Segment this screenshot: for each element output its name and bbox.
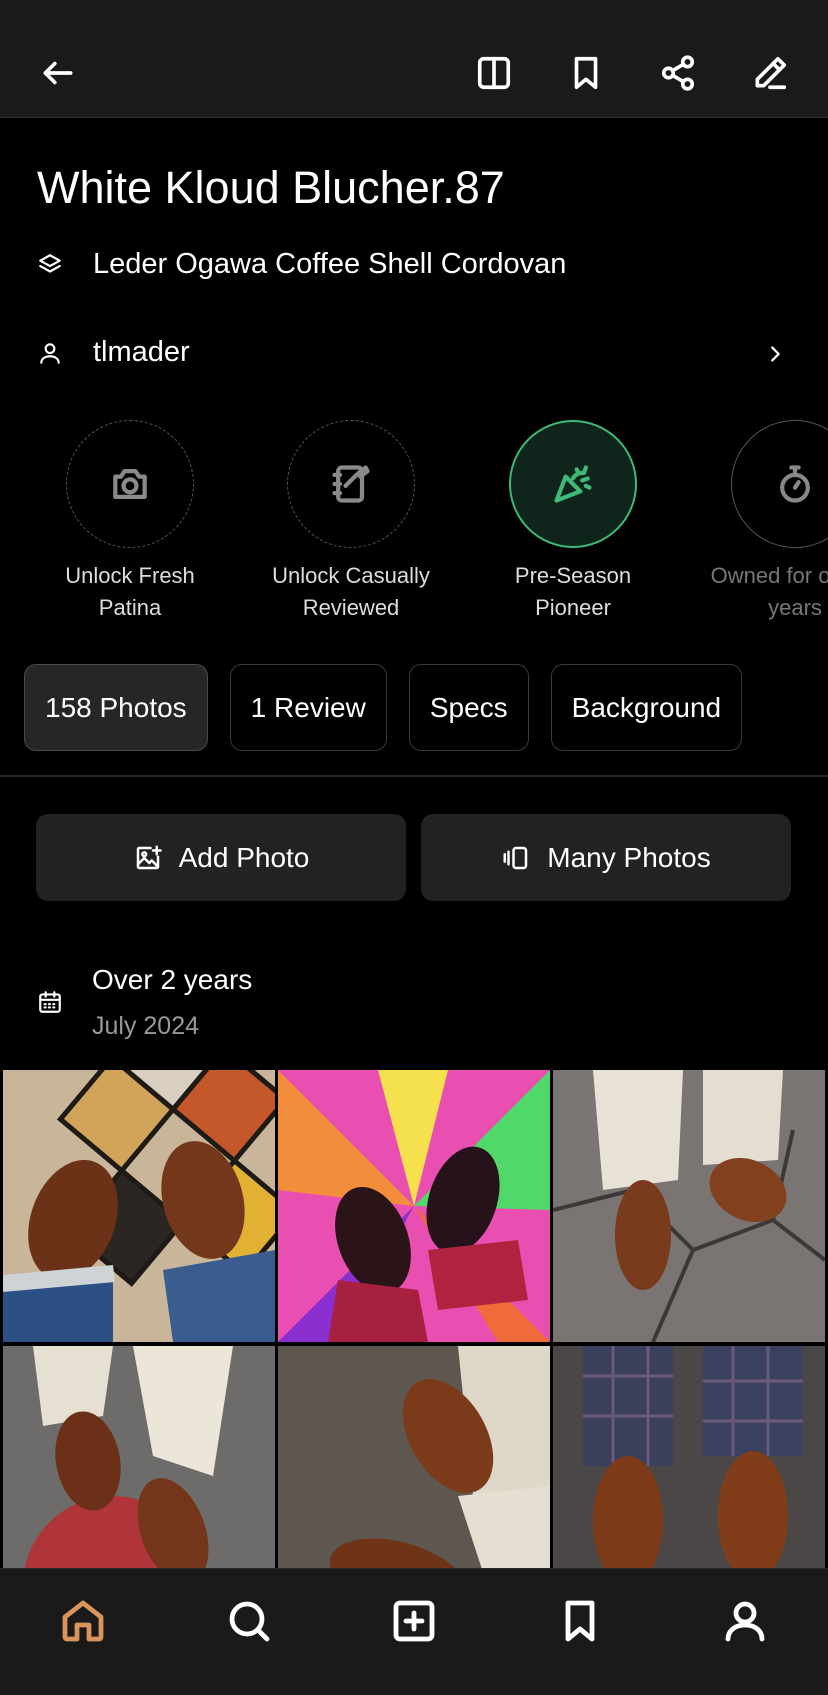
- nav-home[interactable]: [59, 1597, 107, 1645]
- share-button[interactable]: [656, 51, 700, 95]
- plus-square-icon: [393, 1600, 435, 1642]
- tab-reviews[interactable]: 1 Review: [229, 664, 387, 751]
- bottom-nav: [0, 1568, 828, 1695]
- arrow-left-icon: [43, 61, 73, 85]
- boots-stone-path-photo: [553, 1070, 825, 1342]
- tab-background[interactable]: Background: [550, 664, 743, 751]
- divider: [0, 775, 828, 777]
- columns-icon: [477, 56, 511, 90]
- material-row[interactable]: Leder Ogawa Coffee Shell Cordovan: [37, 248, 566, 281]
- badge-label: Unlock Casually Reviewed: [272, 563, 430, 620]
- add-photo-button[interactable]: Add Photo: [36, 814, 406, 901]
- search-icon: [229, 1601, 270, 1642]
- bookmark-icon: [565, 1600, 595, 1642]
- user-icon: [725, 1601, 765, 1642]
- photo-thumbnail[interactable]: [3, 1070, 275, 1342]
- boots-neon-photo: [278, 1070, 550, 1342]
- image-plus-icon: [133, 843, 163, 873]
- section-tabs: 158 Photos 1 Review Specs Background: [24, 664, 764, 751]
- item-title: White Kloud Blucher.87: [37, 162, 505, 213]
- material-label: Leder Ogawa Coffee Shell Cordovan: [93, 248, 567, 280]
- compare-button[interactable]: [472, 51, 516, 95]
- badge-label: Owned for over 2 years: [710, 563, 828, 620]
- date-group-month: July 2024: [92, 1012, 200, 1040]
- user-icon: [37, 340, 63, 366]
- home-icon: [62, 1600, 104, 1642]
- badge-label: Unlock Fresh Patina: [65, 563, 195, 620]
- tab-specs[interactable]: Specs: [408, 664, 529, 751]
- date-group-duration: Over 2 years: [92, 964, 253, 995]
- badges-carousel[interactable]: Unlock Fresh Patina Unlock Casually Revi…: [0, 418, 828, 628]
- badge-fresh-patina[interactable]: Unlock Fresh Patina: [30, 420, 230, 624]
- badge-label: Pre-Season Pioneer: [514, 563, 632, 620]
- gallery-stack-icon: [501, 843, 531, 873]
- layers-icon: [37, 252, 63, 278]
- badge-casually-reviewed[interactable]: Unlock Casually Reviewed: [251, 420, 451, 624]
- nav-saved[interactable]: [556, 1597, 604, 1645]
- stopwatch-icon: [780, 465, 810, 503]
- badge-owned-years[interactable]: Owned for over 2 years: [695, 420, 828, 624]
- edit-button[interactable]: [748, 51, 792, 95]
- boots-tile-floor-photo: [3, 1070, 275, 1342]
- many-photos-button[interactable]: Many Photos: [421, 814, 791, 901]
- nav-search[interactable]: [225, 1597, 273, 1645]
- nav-profile[interactable]: [721, 1597, 769, 1645]
- pencil-icon: [755, 56, 787, 90]
- back-button[interactable]: [36, 51, 80, 95]
- chevron-right-icon[interactable]: [764, 343, 786, 365]
- owner-row[interactable]: tlmader: [37, 336, 190, 369]
- notebook-icon: [332, 465, 370, 503]
- badge-pre-season-pioneer[interactable]: Pre-Season Pioneer: [473, 420, 673, 624]
- many-photos-label: Many Photos: [547, 841, 711, 873]
- bookmark-icon: [574, 56, 598, 90]
- add-photo-label: Add Photo: [178, 841, 310, 873]
- nav-add[interactable]: [390, 1597, 438, 1645]
- calendar-icon: [37, 989, 63, 1015]
- photo-thumbnail[interactable]: [553, 1070, 825, 1342]
- tab-photos[interactable]: 158 Photos: [24, 664, 208, 751]
- top-bar: [0, 0, 828, 118]
- share-icon: [661, 55, 695, 91]
- party-popper-icon: [554, 465, 592, 503]
- camera-icon: [113, 469, 147, 499]
- owner-username: tlmader: [93, 336, 190, 368]
- bookmark-button[interactable]: [564, 51, 608, 95]
- photo-thumbnail[interactable]: [278, 1070, 550, 1342]
